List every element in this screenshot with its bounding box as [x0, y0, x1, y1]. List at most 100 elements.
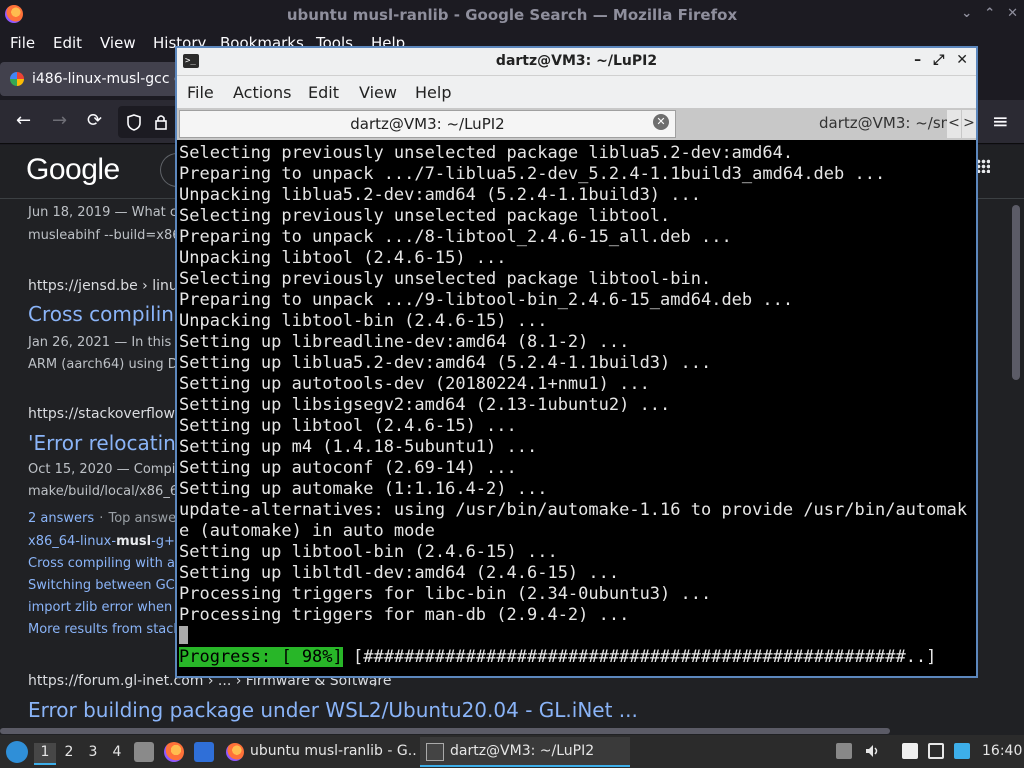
google-apps-icon[interactable] — [976, 159, 990, 173]
terminal-menu-file[interactable]: File — [187, 83, 214, 102]
firefox-tab[interactable]: i486-linux-musl-gcc de — [0, 62, 180, 96]
result-1-meta: Jun 18, 2019 — What c — [28, 205, 178, 220]
page-vertical-scrollbar[interactable] — [1012, 205, 1020, 380]
result-3-meta: Oct 15, 2020 — Compil — [28, 462, 179, 477]
terminal-line: Setting up m4 (1.4.18-5ubuntu1) ... — [179, 437, 538, 457]
workspace-4[interactable]: 4 — [106, 743, 128, 765]
terminal-cursor — [179, 626, 188, 644]
back-arrow-icon[interactable]: ← — [16, 110, 31, 131]
answers-separator: · — [99, 511, 104, 526]
firefox-maximize-button[interactable]: ⌃ — [984, 6, 995, 21]
terminal-output[interactable]: Selecting previously unselected package … — [178, 143, 975, 676]
progress-label: Progress: [ 98%] — [179, 647, 343, 667]
firefox-launcher-icon[interactable] — [164, 742, 184, 762]
volume-icon[interactable] — [864, 743, 880, 759]
terminal-tab-inactive[interactable]: dartz@VM3: ~/sm — [677, 110, 947, 138]
terminal-tab-active[interactable]: dartz@VM3: ~/LuPI2 — [179, 110, 676, 138]
terminal-line: Processing triggers for man-db (2.9.4-2)… — [179, 605, 630, 625]
file-manager-icon[interactable] — [134, 742, 154, 762]
terminal-line: Unpacking liblua5.2-dev:amd64 (5.2.4-1.1… — [179, 185, 701, 205]
terminal-menu-help[interactable]: Help — [415, 83, 451, 102]
firefox-menu-view[interactable]: View — [100, 34, 136, 52]
terminal-close-button[interactable]: ✕ — [956, 52, 968, 68]
terminal-line: Setting up libsigsegv2:amd64 (2.13-1ubun… — [179, 395, 671, 415]
result-2-title-link[interactable]: Cross compiling — [28, 302, 187, 326]
terminal-line: Selecting previously unselected package … — [179, 206, 671, 226]
workspace-3[interactable]: 3 — [82, 743, 104, 765]
result-3-snippet: make/build/local/x86_64 — [28, 484, 187, 499]
firefox-menu-file[interactable]: File — [10, 34, 35, 52]
related-question-link[interactable]: Switching between GCC — [28, 578, 184, 593]
terminal-line: Setting up autoconf (2.69-14) ... — [179, 458, 517, 478]
result-3-url[interactable]: https://stackoverflow.co — [28, 406, 194, 422]
result-4-title-link[interactable]: Error building package under WSL2/Ubuntu… — [28, 698, 638, 722]
notification-icon[interactable] — [954, 743, 970, 759]
terminal-tabbar: dartz@VM3: ~/LuPI2 ✕ dartz@VM3: ~/sm < > — [177, 108, 976, 140]
terminal-line: Selecting previously unselected package … — [179, 269, 712, 289]
google-favicon-icon — [10, 72, 24, 86]
taskbar-task-terminal[interactable]: dartz@VM3: ~/LuPI2 — [420, 737, 630, 767]
terminal-tab-label: dartz@VM3: ~/sm — [819, 114, 947, 132]
terminal-window-title: dartz@VM3: ~/LuPI2 — [495, 53, 658, 69]
start-menu-icon[interactable] — [6, 741, 28, 763]
google-logo[interactable]: Google — [26, 153, 120, 187]
terminal-line: Setting up autotools-dev (20180224.1+nmu… — [179, 374, 650, 394]
forward-arrow-icon[interactable]: → — [52, 110, 67, 131]
reload-icon[interactable]: ⟳ — [87, 110, 102, 131]
terminal-window: >_ dartz@VM3: ~/LuPI2 – ⤢ ✕ File Actions… — [175, 46, 978, 678]
terminal-line: Setting up liblua5.2-dev:amd64 (5.2.4-1.… — [179, 353, 712, 373]
terminal-line: Setting up automake (1:1.16.4-2) ... — [179, 479, 548, 499]
taskbar-clock: 16:40 — [982, 743, 1023, 759]
related-question-link[interactable]: x86_64-linux-musl-g++ — [28, 534, 186, 549]
terminal-line: Preparing to unpack .../9-libtool-bin_2.… — [179, 290, 794, 310]
result-2-snippet: ARM (aarch64) using D — [28, 357, 178, 372]
terminal-line: Setting up libtool-bin (2.4.6-15) ... — [179, 542, 558, 562]
terminal-line: Preparing to unpack .../8-libtool_2.4.6-… — [179, 227, 732, 247]
related-link-text: x86_64-linux- — [28, 534, 117, 549]
clipboard-icon[interactable] — [902, 743, 918, 759]
top-answer-label: Top answer — [108, 511, 182, 526]
eject-icon[interactable] — [836, 743, 852, 759]
result-2-url[interactable]: https://jensd.be › linux › — [28, 278, 196, 294]
firefox-task-icon — [226, 743, 244, 761]
terminal-line: Setting up libltdl-dev:amd64 (2.4.6-15) … — [179, 563, 620, 583]
hamburger-menu-icon[interactable]: ≡ — [992, 109, 1009, 133]
terminal-menu-edit[interactable]: Edit — [308, 83, 339, 102]
firefox-tab-title: i486-linux-musl-gcc de — [32, 71, 180, 87]
firefox-minimize-button[interactable]: ⌄ — [961, 6, 972, 21]
related-question-link[interactable]: Cross compiling with ar — [28, 556, 180, 571]
desktop: ubuntu musl-ranlib - Google Search — Moz… — [0, 0, 1024, 768]
related-link-bold: musl — [116, 534, 152, 549]
taskbar-task-label: ubuntu musl-ranlib - G... — [250, 743, 416, 759]
firefox-menu-edit[interactable]: Edit — [53, 34, 82, 52]
terminal-minimize-button[interactable]: – — [914, 52, 921, 68]
workspace-2[interactable]: 2 — [58, 743, 80, 765]
network-icon[interactable] — [928, 743, 944, 759]
related-question-link[interactable]: import zlib error when c — [28, 600, 183, 615]
terminal-line: Preparing to unpack .../7-liblua5.2-dev_… — [179, 164, 886, 184]
more-results-link[interactable]: More results from stack — [28, 622, 181, 637]
terminal-maximize-button[interactable]: ⤢ — [933, 52, 944, 68]
tab-scroll-right-icon[interactable]: > — [962, 110, 976, 138]
workspace-1[interactable]: 1 — [34, 743, 56, 765]
tab-close-icon[interactable]: ✕ — [653, 114, 669, 130]
terminal-titlebar[interactable]: >_ dartz@VM3: ~/LuPI2 – ⤢ ✕ — [177, 48, 976, 76]
terminal-lines: Selecting previously unselected package … — [178, 143, 975, 647]
terminal-menubar: File Actions Edit View Help — [177, 76, 976, 108]
terminal-task-icon — [426, 743, 444, 761]
terminal-menu-view[interactable]: View — [359, 83, 397, 102]
terminal-line: Setting up libreadline-dev:amd64 (8.1-2)… — [179, 332, 630, 352]
result-3-title-link[interactable]: 'Error relocating — [28, 431, 189, 455]
answers-count-link[interactable]: 2 answers — [28, 511, 94, 526]
terminal-menu-actions[interactable]: Actions — [233, 83, 291, 102]
taskbar: 1 2 3 4 ubuntu musl-ranlib - G... dartz@… — [0, 735, 1024, 768]
tab-scroll-left-icon[interactable]: < — [947, 110, 961, 138]
firefox-close-button[interactable]: ✕ — [1007, 6, 1018, 21]
cursor-line — [179, 626, 975, 647]
taskbar-task-label: dartz@VM3: ~/LuPI2 — [450, 743, 595, 759]
terminal-line: Unpacking libtool (2.4.6-15) ... — [179, 248, 507, 268]
taskbar-task-firefox[interactable]: ubuntu musl-ranlib - G... — [220, 737, 416, 767]
desktop-icon[interactable] — [194, 742, 214, 762]
firefox-titlebar: ubuntu musl-ranlib - Google Search — Moz… — [0, 0, 1024, 30]
page-horizontal-scrollbar[interactable] — [0, 728, 890, 734]
